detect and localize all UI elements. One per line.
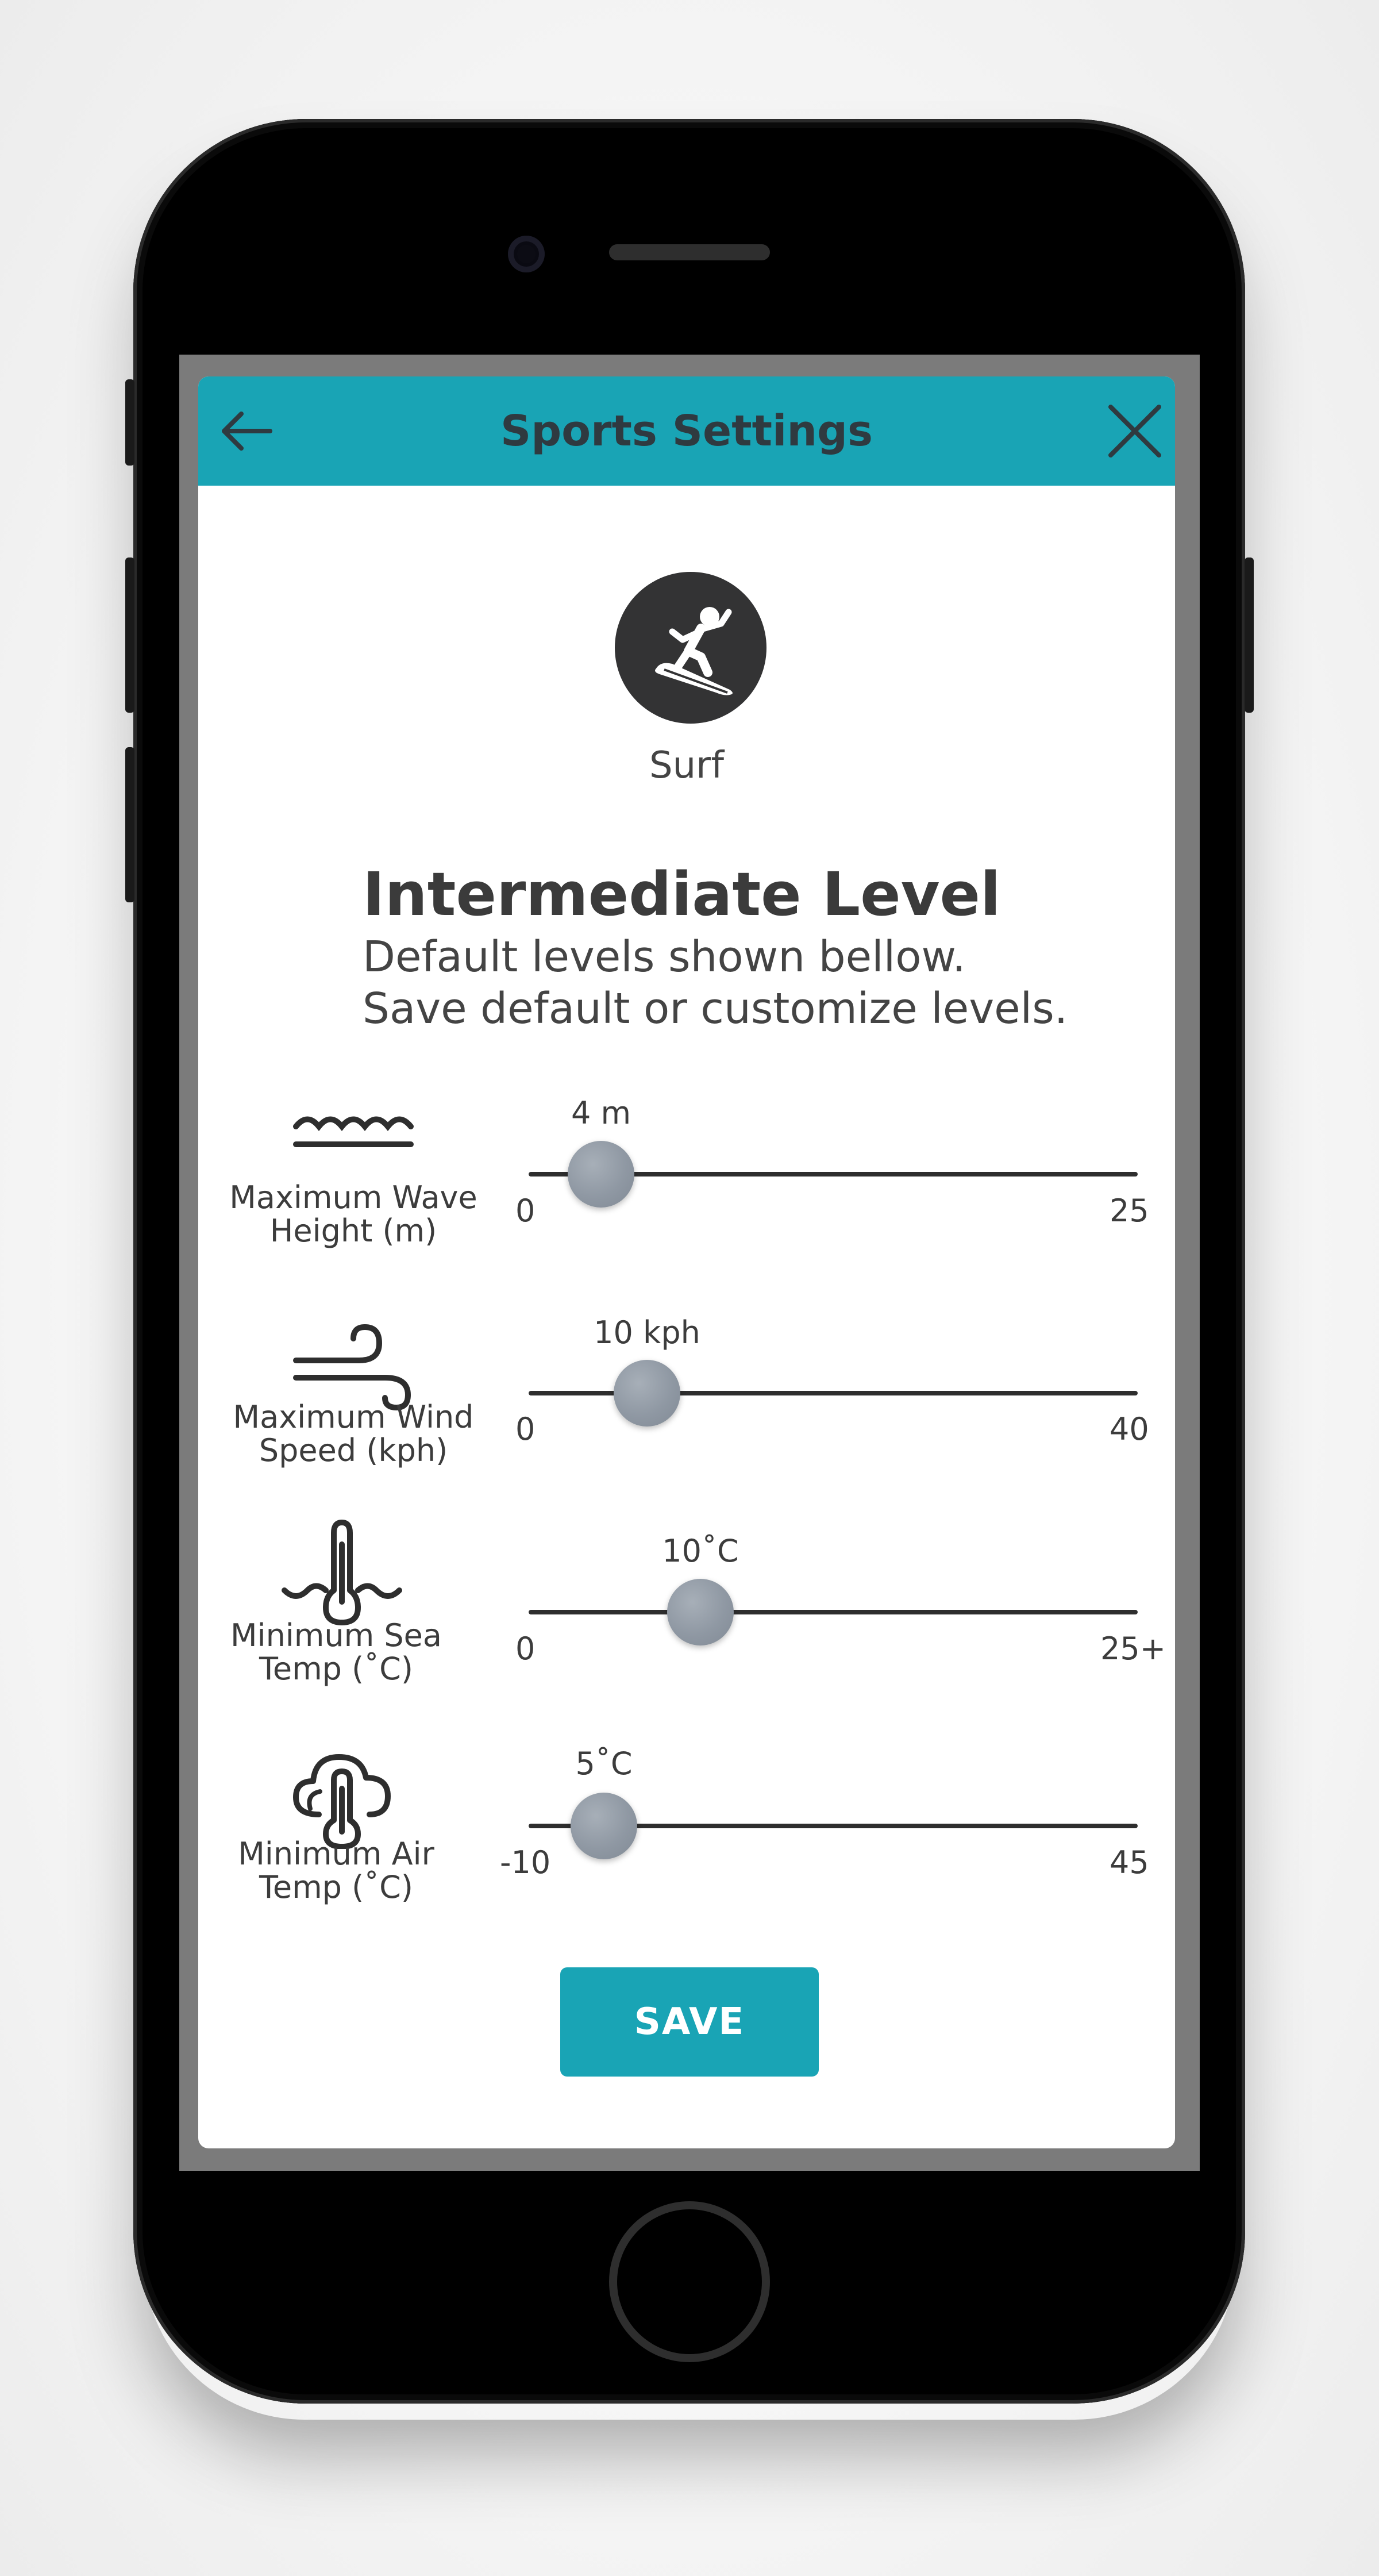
home-button[interactable] bbox=[609, 2201, 770, 2362]
power-button bbox=[1245, 558, 1254, 713]
sea-temp-slider-knob[interactable] bbox=[667, 1579, 734, 1645]
sea-temp-value: 10˚C bbox=[662, 1533, 739, 1569]
save-button[interactable]: SAVE bbox=[560, 1967, 819, 2077]
surfer-icon bbox=[655, 607, 733, 695]
slider-row-sea-temp: Minimum Sea Temp (˚C) 10˚C 0 25+ bbox=[198, 1520, 1175, 1740]
sea-temp-min: 0 bbox=[515, 1631, 536, 1667]
close-button[interactable] bbox=[1106, 402, 1164, 460]
wind-speed-max: 40 bbox=[1110, 1411, 1149, 1447]
air-temp-label: Minimum Air Temp (˚C) bbox=[238, 1836, 434, 1905]
sports-settings-panel: Sports Settings Surf Intermediate Level … bbox=[198, 376, 1175, 2148]
air-temp-min: -10 bbox=[500, 1844, 551, 1881]
silent-switch bbox=[125, 379, 134, 466]
sea-temp-label: Minimum Sea Temp (˚C) bbox=[230, 1617, 442, 1687]
sea-temp-track[interactable] bbox=[529, 1610, 1138, 1614]
level-description-line-1: Default levels shown bellow. bbox=[363, 932, 966, 982]
wind-speed-label: Maximum Wind Speed (kph) bbox=[233, 1399, 474, 1468]
volume-up-button bbox=[125, 558, 134, 713]
wind-speed-value: 10 kph bbox=[594, 1314, 700, 1351]
slider-row-wind-speed: Maximum Wind Speed (kph) 10 kph 0 40 bbox=[198, 1314, 1175, 1521]
front-camera bbox=[508, 236, 545, 272]
page-title: Sports Settings bbox=[500, 406, 873, 456]
wind-speed-slider-knob[interactable] bbox=[614, 1360, 680, 1427]
air-temp-slider-knob[interactable] bbox=[571, 1793, 637, 1859]
close-icon bbox=[1108, 405, 1161, 457]
wind-speed-min: 0 bbox=[515, 1411, 536, 1447]
sea-thermometer-icon bbox=[273, 1516, 411, 1631]
sea-temp-max: 25+ bbox=[1100, 1631, 1166, 1667]
air-temp-value: 5˚C bbox=[575, 1745, 633, 1782]
cloud-thermometer-icon bbox=[273, 1734, 411, 1850]
air-temp-max: 45 bbox=[1110, 1844, 1149, 1881]
slider-row-wave-height: Maximum Wave Height (m) 4 m 0 25 bbox=[198, 1095, 1175, 1302]
level-description: Default levels shown bellow. Save defaul… bbox=[363, 931, 1068, 1035]
wave-height-min: 0 bbox=[515, 1193, 536, 1229]
wave-height-max: 25 bbox=[1110, 1193, 1149, 1229]
volume-down-button bbox=[125, 747, 134, 902]
back-button[interactable] bbox=[218, 402, 276, 460]
sport-name: Surf bbox=[649, 744, 725, 787]
wave-height-value: 4 m bbox=[571, 1095, 631, 1131]
level-description-line-2: Save default or customize levels. bbox=[363, 984, 1068, 1033]
header-bar: Sports Settings bbox=[198, 376, 1175, 486]
level-title: Intermediate Level bbox=[363, 859, 1001, 929]
earpiece-speaker bbox=[609, 244, 770, 260]
wave-height-label: Maximum Wave Height (m) bbox=[229, 1179, 477, 1249]
arrow-left-icon bbox=[222, 412, 272, 451]
surf-sport-icon bbox=[615, 572, 766, 724]
wave-height-slider-knob[interactable] bbox=[568, 1141, 634, 1208]
slider-row-air-temp: Minimum Air Temp (˚C) 5˚C -10 45 bbox=[198, 1745, 1175, 1958]
